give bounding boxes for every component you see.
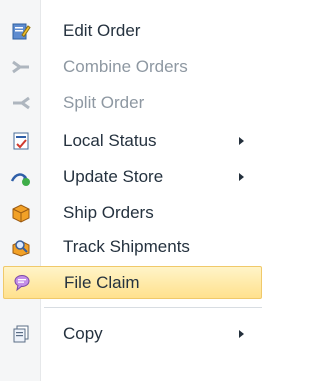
submenu-arrow-icon: [239, 137, 244, 145]
local-status-icon: [3, 124, 39, 157]
context-menu: Edit Order Combine Orders Split Order Lo…: [0, 0, 266, 381]
edit-order-icon: [3, 14, 39, 47]
menu-item-combine-orders[interactable]: Combine Orders: [3, 50, 262, 83]
menu-item-label: Copy: [63, 323, 103, 343]
submenu-arrow-icon: [239, 330, 244, 338]
split-order-icon: [3, 86, 39, 119]
menu-item-label: Combine Orders: [63, 56, 188, 76]
combine-orders-icon: [3, 50, 39, 83]
track-shipments-icon: [3, 230, 39, 263]
menu-separator: [44, 307, 262, 308]
file-claim-icon: [4, 266, 40, 299]
ship-orders-icon: [3, 196, 39, 229]
menu-item-copy[interactable]: Copy: [3, 317, 262, 350]
menu-item-label: Split Order: [63, 92, 145, 112]
menu-item-label: Track Shipments: [63, 236, 190, 256]
menu-item-update-store[interactable]: Update Store: [3, 160, 262, 193]
menu-item-label: Update Store: [63, 166, 164, 186]
update-store-icon: [3, 160, 39, 193]
menu-item-edit-order[interactable]: Edit Order: [3, 14, 262, 47]
menu-item-label: Local Status: [63, 130, 157, 150]
menu-item-track-shipments[interactable]: Track Shipments: [3, 230, 262, 263]
menu-item-split-order[interactable]: Split Order: [3, 86, 262, 119]
copy-icon: [3, 317, 39, 350]
menu-item-local-status[interactable]: Local Status: [3, 124, 262, 157]
menu-item-file-claim[interactable]: File Claim: [3, 266, 262, 299]
menu-item-label: Edit Order: [63, 20, 141, 40]
menu-item-label: File Claim: [64, 272, 140, 292]
menu-item-ship-orders[interactable]: Ship Orders: [3, 196, 262, 229]
submenu-arrow-icon: [239, 173, 244, 181]
menu-item-label: Ship Orders: [63, 202, 154, 222]
